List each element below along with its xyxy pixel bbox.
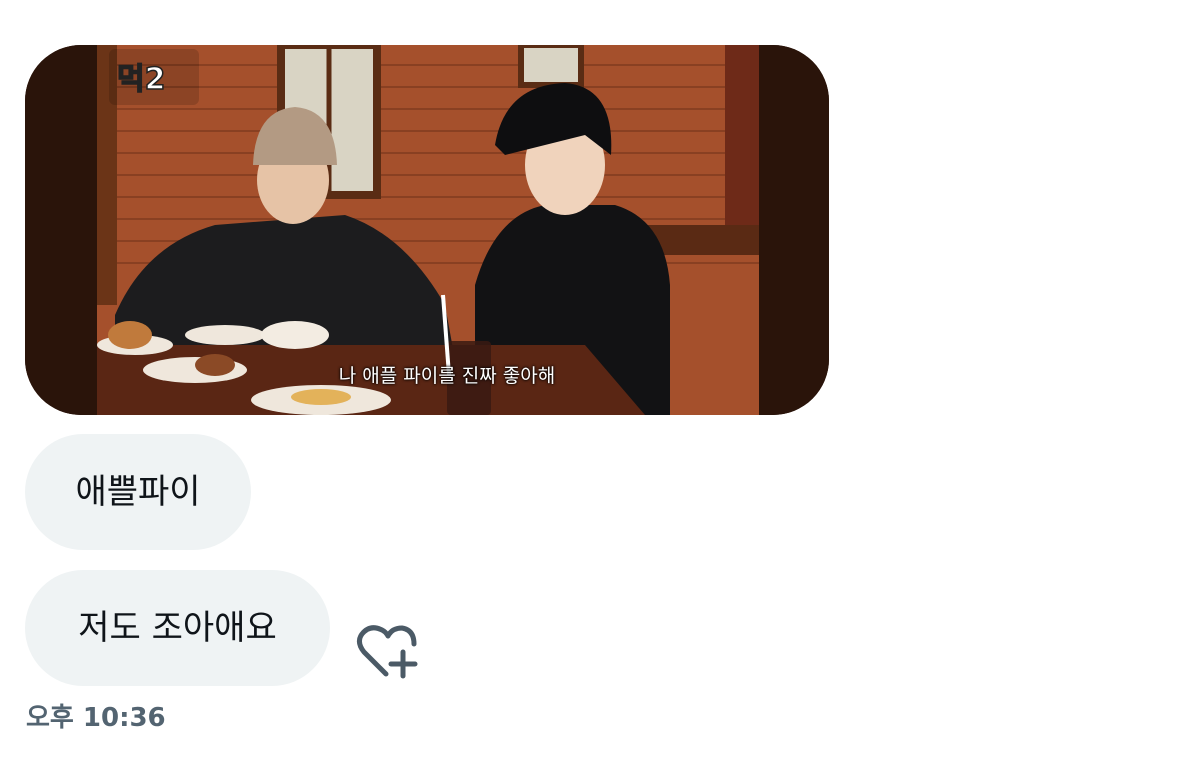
message-text: 애쁠파이 [75, 472, 201, 512]
message-bubble[interactable]: 저도 조아애요 [25, 570, 330, 686]
add-reaction-button[interactable] [356, 622, 420, 680]
heart-plus-icon [356, 625, 418, 679]
message-text: 저도 조아애요 [78, 608, 277, 648]
message-bubble[interactable]: 애쁠파이 [25, 434, 251, 550]
show-logo-text: 먹2 [117, 62, 165, 97]
media-attachment[interactable]: 먹2 나 애플 파이를 진짜 좋아해 [25, 45, 829, 415]
video-frame-image: 먹2 [25, 45, 829, 415]
video-subtitle: 나 애플 파이를 진짜 좋아해 [338, 365, 556, 387]
message-timestamp: 오후 10:36 [26, 703, 166, 733]
